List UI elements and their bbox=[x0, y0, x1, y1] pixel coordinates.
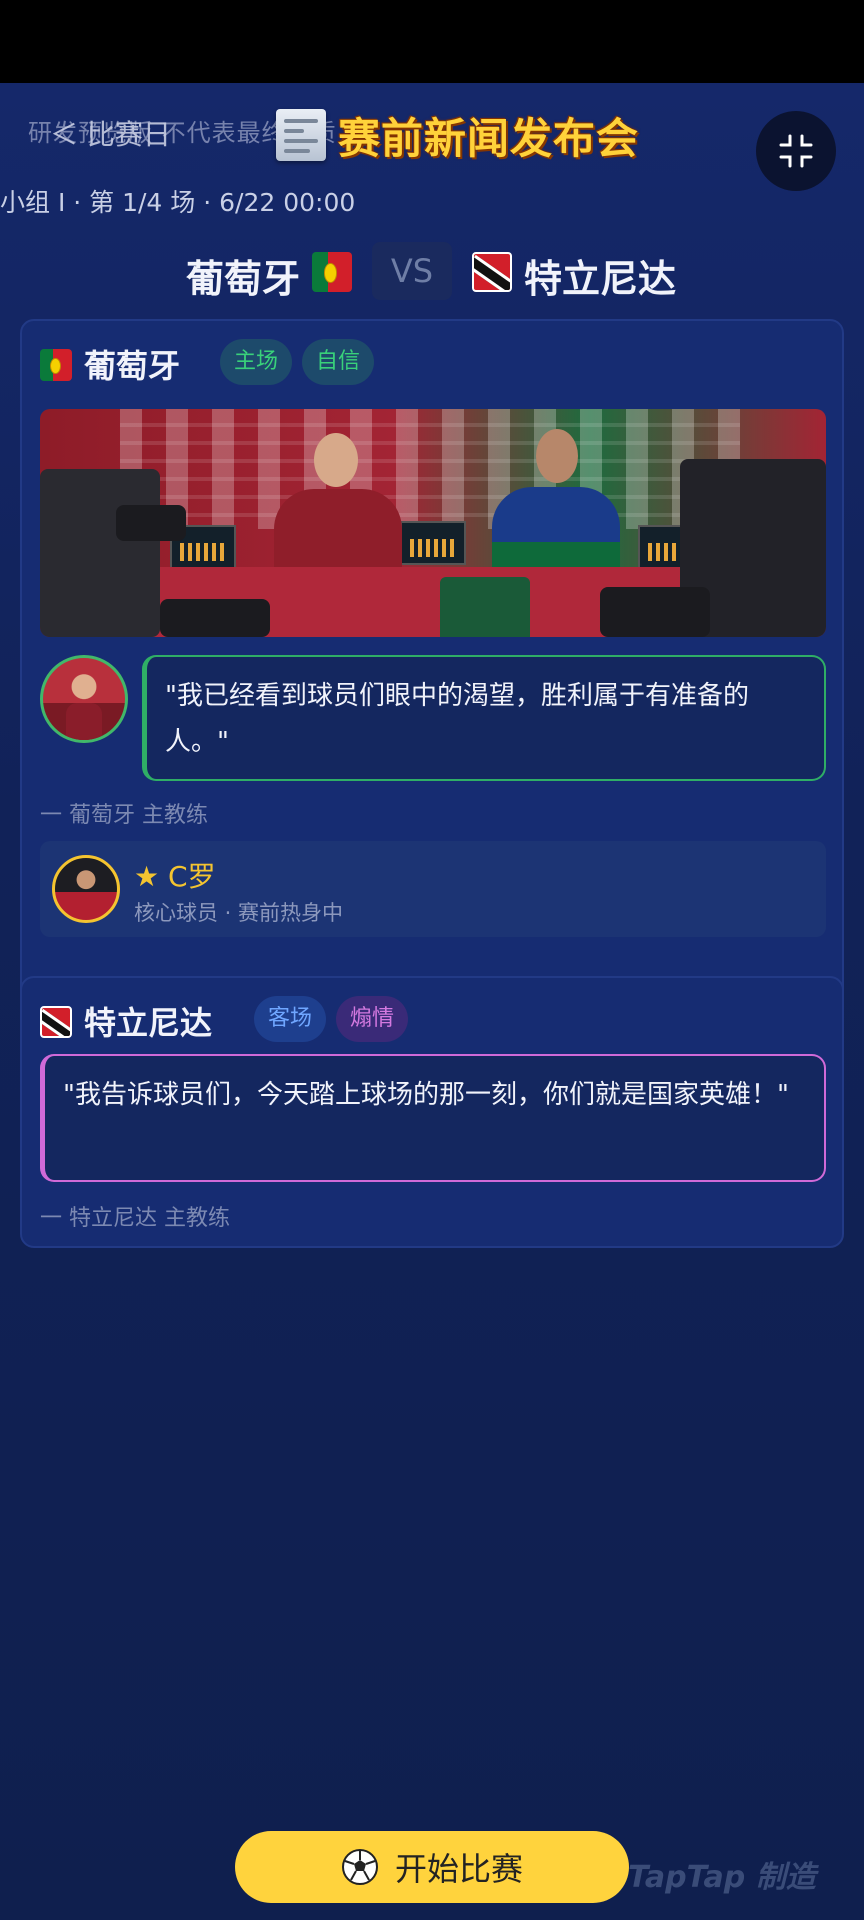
tag-away: 客场 bbox=[254, 996, 327, 1042]
home-coach-quote: "我已经看到球员们眼中的渴望，胜利属于有准备的人。" bbox=[142, 655, 826, 781]
soccer-ball-icon bbox=[341, 1849, 378, 1885]
collapse-icon bbox=[779, 134, 813, 168]
brand-watermark: TapTap 制造 bbox=[628, 1860, 816, 1895]
away-team-name: 特立尼达 bbox=[524, 257, 677, 301]
start-match-button[interactable]: 开始比赛 bbox=[235, 1831, 629, 1903]
player-name: ★ C罗 bbox=[134, 855, 216, 895]
status-bar bbox=[0, 0, 864, 83]
vs-badge: VS bbox=[372, 242, 452, 300]
trinidad-flag-icon bbox=[472, 252, 512, 292]
home-card-team-name: 葡萄牙 bbox=[84, 347, 181, 385]
home-coach-avatar bbox=[40, 655, 128, 743]
matchup-row: 葡萄牙 VS 特立尼达 bbox=[0, 238, 864, 306]
star-icon: ★ bbox=[134, 860, 160, 893]
key-player-box[interactable]: ★ C罗 核心球员 · 赛前热身中 bbox=[40, 841, 826, 937]
home-quote-row: "我已经看到球员们眼中的渴望，胜利属于有准备的人。" bbox=[40, 655, 826, 781]
tag-confident: 自信 bbox=[302, 339, 375, 385]
page-title: 赛前新闻发布会 bbox=[338, 114, 640, 163]
press-conference-page: ＜ 比赛日 研发预览版 不代表最终品质 赛前新闻发布会 小组 I · 第 1/4… bbox=[0, 83, 864, 1920]
press-conference-image bbox=[40, 409, 826, 637]
home-quote-attribution: 一 葡萄牙 主教练 bbox=[40, 803, 208, 828]
player-avatar bbox=[52, 855, 120, 923]
away-card-team-name: 特立尼达 bbox=[84, 1004, 213, 1042]
trinidad-flag-icon bbox=[40, 1006, 72, 1038]
away-team-card: 特立尼达 客场 煽情 "我告诉球员们，今天踏上球场的那一刻，你们就是国家英雄！"… bbox=[20, 976, 844, 1248]
player-status: 核心球员 · 赛前热身中 bbox=[134, 901, 344, 925]
header: ＜ 比赛日 研发预览版 不代表最终品质 赛前新闻发布会 小组 I · 第 1/4… bbox=[0, 83, 864, 217]
match-info: 小组 I · 第 1/4 场 · 6/22 00:00 bbox=[0, 188, 356, 217]
away-quote-attribution: 一 特立尼达 主教练 bbox=[40, 1206, 230, 1231]
newspaper-icon bbox=[276, 109, 326, 161]
portugal-flag-icon bbox=[40, 349, 72, 381]
home-team-name: 葡萄牙 bbox=[186, 257, 301, 301]
tag-emotional: 煽情 bbox=[336, 996, 409, 1042]
tag-home: 主场 bbox=[220, 339, 293, 385]
portugal-flag-icon bbox=[312, 252, 352, 292]
collapse-button[interactable] bbox=[756, 111, 836, 191]
player-name-text: C罗 bbox=[168, 860, 216, 893]
start-match-label: 开始比赛 bbox=[394, 1850, 523, 1888]
away-coach-quote: "我告诉球员们，今天踏上球场的那一刻，你们就是国家英雄！" bbox=[40, 1054, 826, 1182]
home-team-card: 葡萄牙 主场 自信 "我已经看到球员们眼中的渴望，胜利属于有准备的人。" 一 葡… bbox=[20, 319, 844, 1045]
